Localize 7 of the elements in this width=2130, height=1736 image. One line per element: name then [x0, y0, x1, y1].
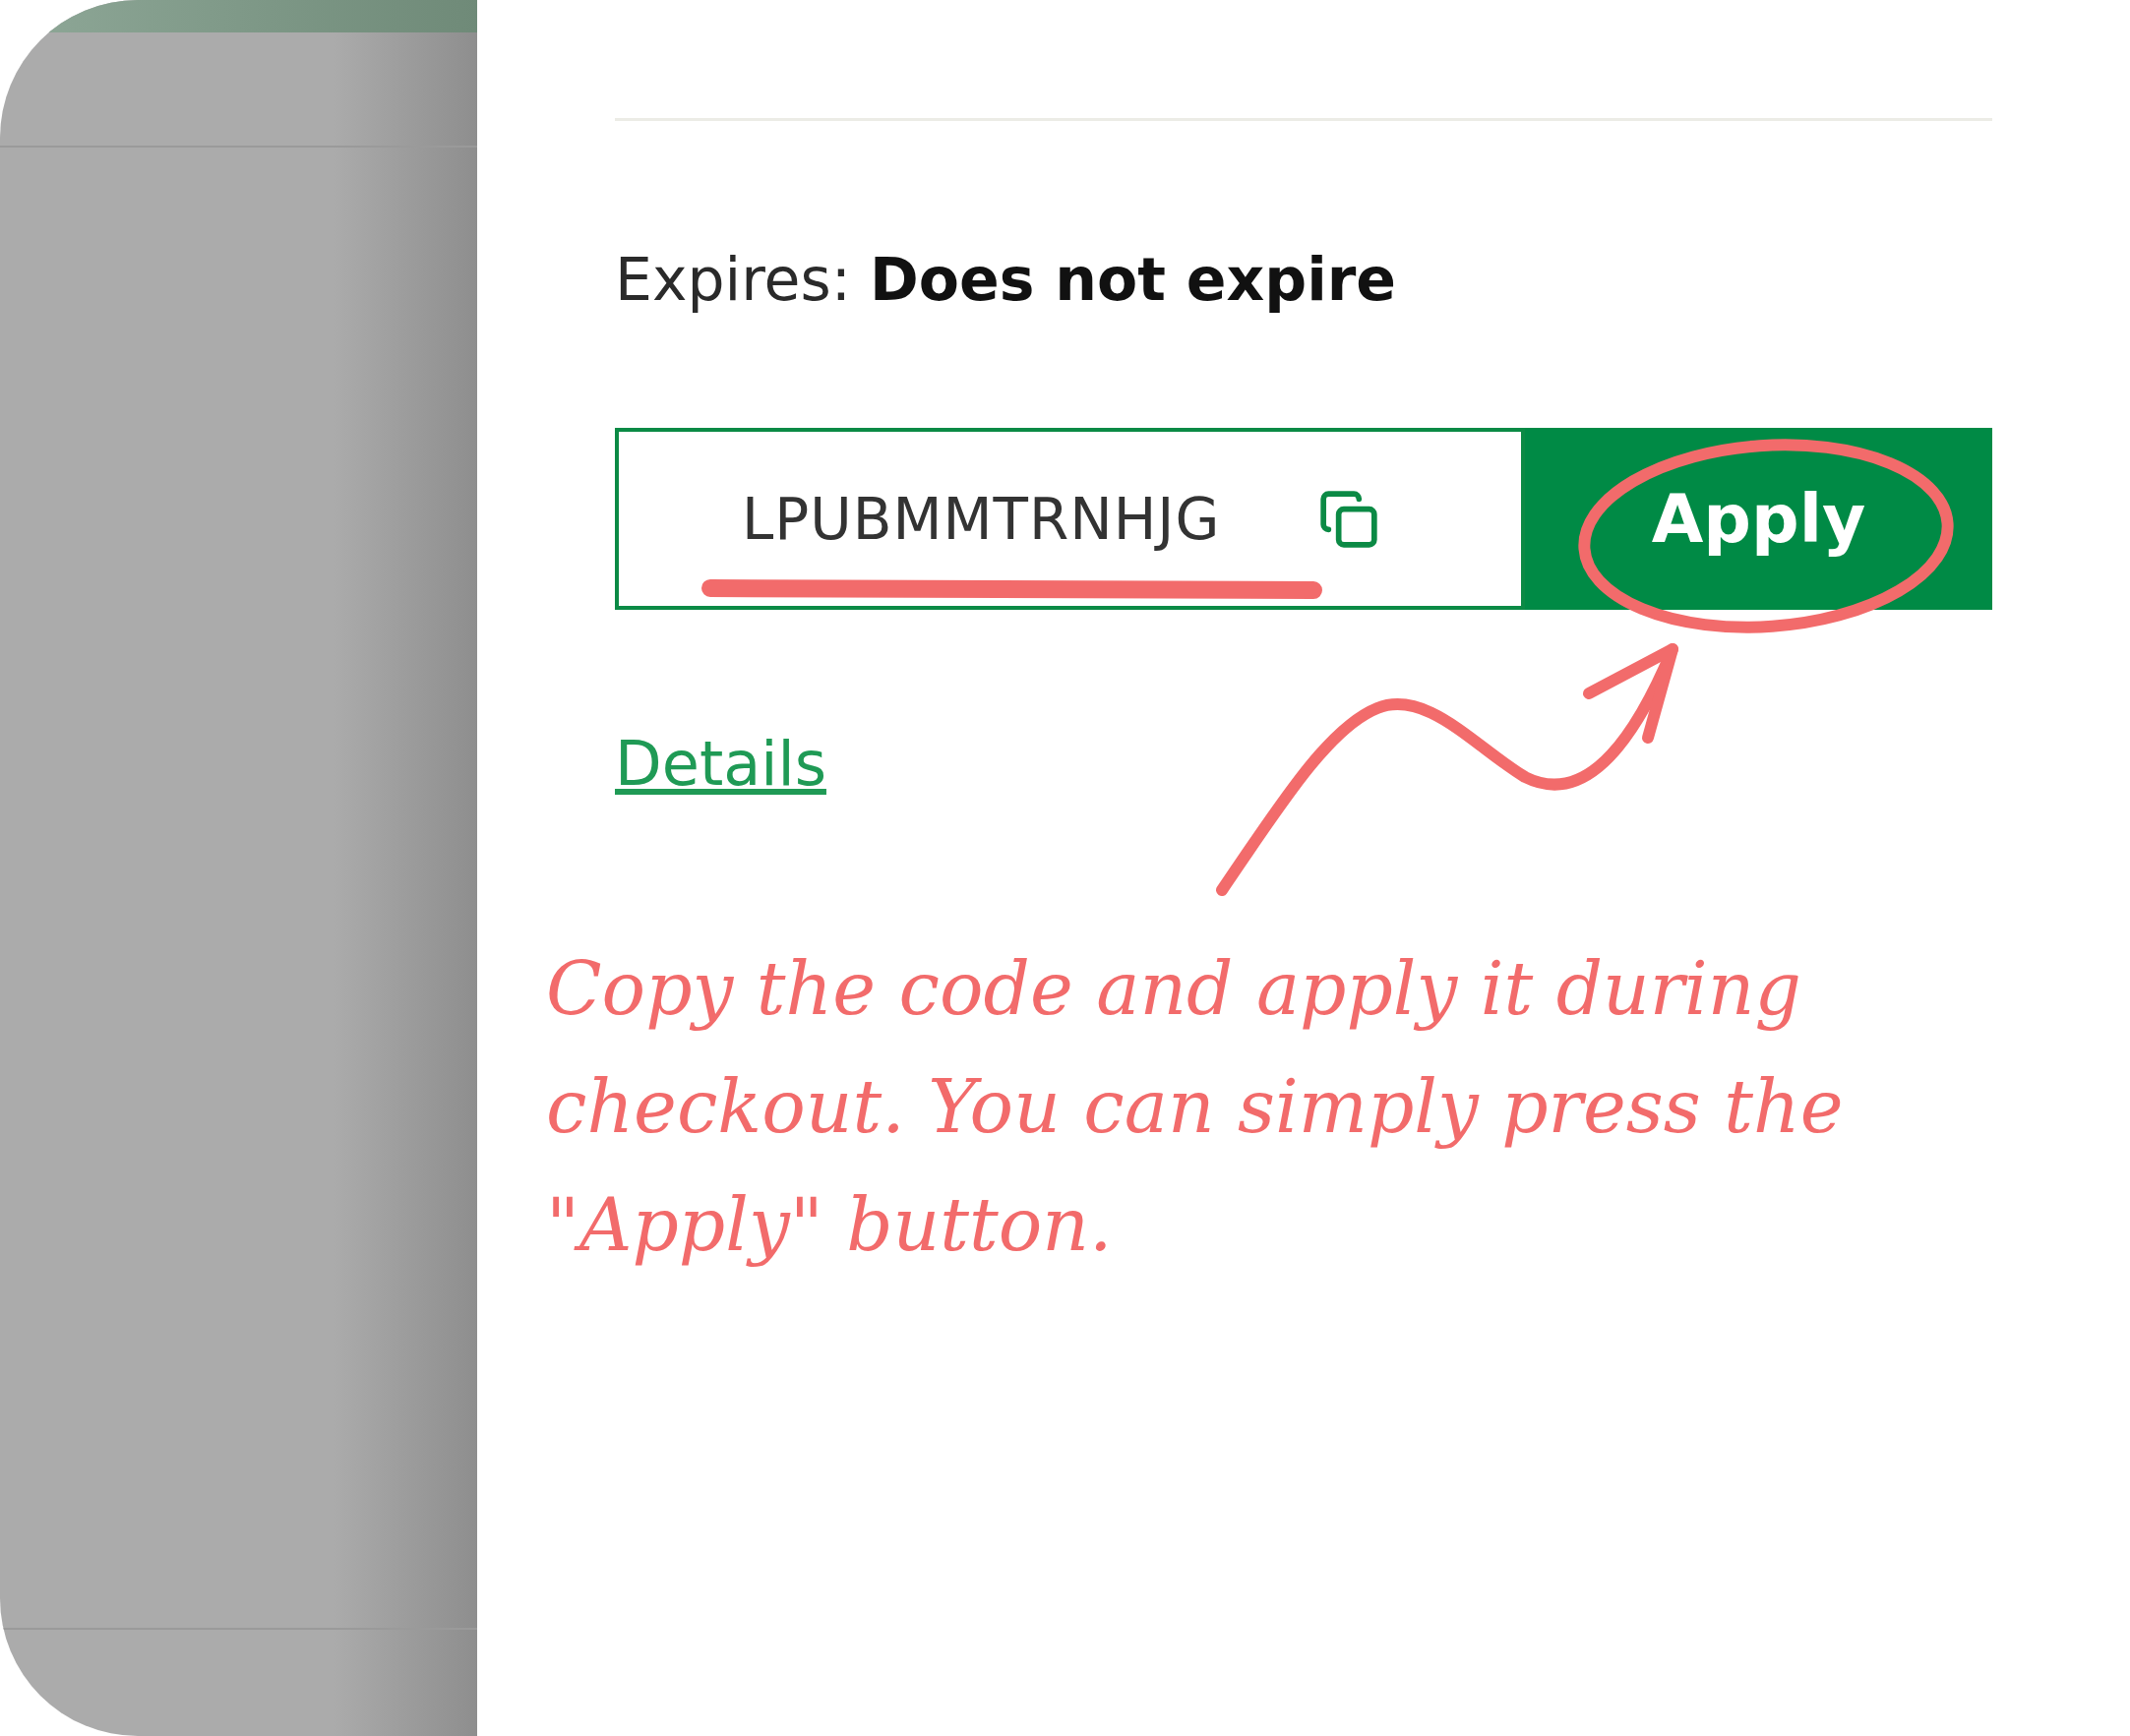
coupon-code-field[interactable]: LPUBMMTRNHJG — [615, 428, 1525, 610]
annotation-note: Copy the code and apply it during checkout. You can simply press the "Apply" button. — [546, 945, 1845, 1269]
expiry-text: Expires: Does not expire — [615, 244, 1397, 315]
coupon-code: LPUBMMTRNHJG — [742, 485, 1221, 553]
details-link[interactable]: Details — [615, 728, 826, 800]
apply-button[interactable]: Apply — [1525, 428, 1992, 610]
copy-icon[interactable] — [1318, 488, 1380, 550]
